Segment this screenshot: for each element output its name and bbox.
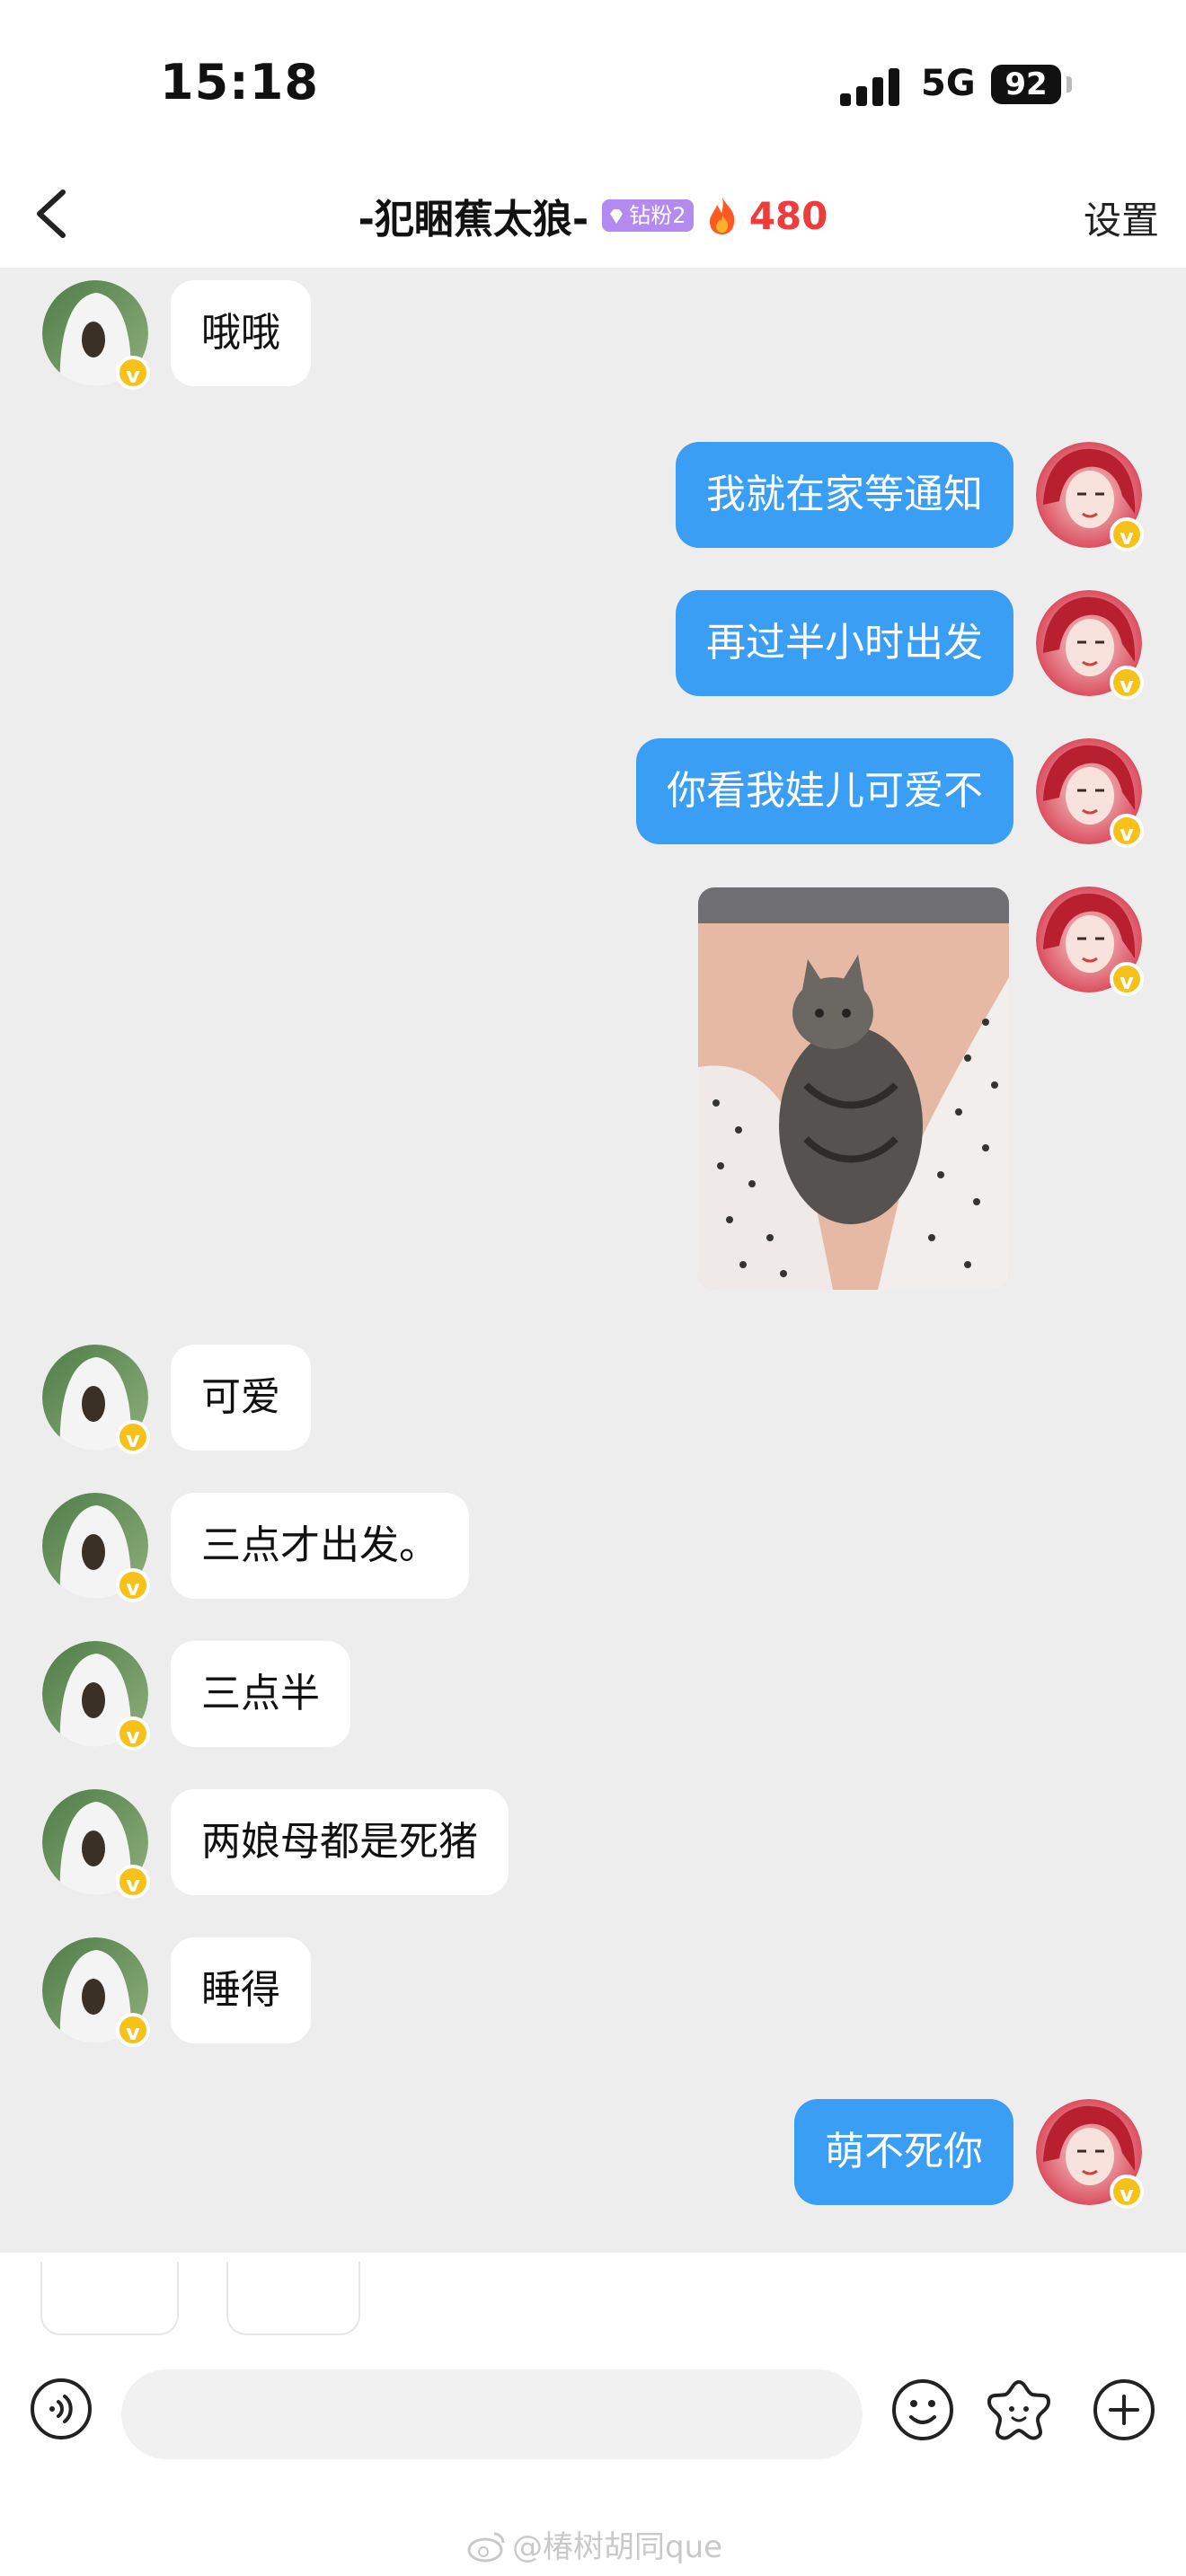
verified-badge: v [1110,814,1144,848]
fan-level-label: 钻粉2 [629,203,686,228]
contact-avatar[interactable]: v [42,280,150,390]
sticker-icon[interactable] [986,2377,1052,2443]
verified-badge: v [116,2013,150,2047]
verified-badge: v [116,356,150,390]
network-type: 5G [921,63,976,104]
quick-reply-chip[interactable] [40,2262,179,2335]
watermark-text: @椿树胡同que [512,2529,723,2565]
message-bubble-sent[interactable]: 我就在家等通知 [676,442,1013,548]
status-time: 15:18 [160,54,319,110]
contact-avatar[interactable]: v [42,1345,150,1454]
contact-avatar[interactable]: v [42,1641,150,1751]
message-bubble-sent[interactable]: 萌不死你 [794,2099,1013,2205]
message-bubble-received[interactable]: 哦哦 [171,280,311,386]
settings-button[interactable]: 设置 [1084,190,1159,245]
my-avatar[interactable]: v [1036,590,1144,700]
verified-badge: v [1110,517,1144,551]
message-bubble-sent[interactable]: 再过半小时出发 [676,590,1013,696]
chat-header: -犯睏蕉太狼- 钻粉2 480 设置 [0,162,1186,268]
my-avatar[interactable]: v [1036,887,1144,996]
flame-icon [709,198,734,234]
my-avatar[interactable]: v [1036,442,1144,551]
contact-avatar[interactable]: v [42,1937,150,2047]
verified-badge: v [1110,666,1144,700]
message-bubble-received[interactable]: 可爱 [171,1345,311,1451]
emoji-icon[interactable] [890,2377,956,2443]
chat-title[interactable]: -犯睏蕉太狼- [358,187,589,244]
streak-count: 480 [748,193,828,238]
header-title-group: -犯睏蕉太狼- 钻粉2 480 [0,187,1186,244]
plus-icon[interactable] [1091,2377,1157,2443]
verified-badge: v [1110,962,1144,996]
verified-badge: v [116,1568,150,1602]
weibo-logo-icon [467,2532,505,2563]
signal-icon [840,68,903,106]
battery-tip [1067,76,1072,93]
message-bubble-received[interactable]: 睡得 [171,1937,311,2043]
voice-input-icon[interactable] [29,2377,93,2441]
verified-badge: v [116,1716,150,1751]
my-avatar[interactable]: v [1036,2099,1144,2209]
diamond-icon [610,209,624,224]
quick-reply-chip[interactable] [226,2262,360,2335]
message-bubble-received[interactable]: 三点半 [171,1641,350,1747]
status-bar: 15:18 5G 92 [0,0,1186,162]
message-input[interactable] [121,2369,863,2459]
fan-level-badge: 钻粉2 [602,199,694,232]
message-bubble-received[interactable]: 三点才出发。 [171,1493,469,1599]
message-bubble-sent[interactable]: 你看我娃儿可爱不 [636,738,1013,844]
message-bubble-received[interactable]: 两娘母都是死猪 [171,1789,509,1895]
verified-badge: v [116,1420,150,1454]
contact-avatar[interactable]: v [42,1789,150,1899]
verified-badge: v [1110,2175,1144,2209]
weibo-watermark: @椿树胡同que [467,2522,722,2566]
battery-icon: 92 [991,65,1061,104]
verified-badge: v [116,1865,150,1899]
contact-avatar[interactable]: v [42,1493,150,1602]
my-avatar[interactable]: v [1036,738,1144,848]
cat-photo-message[interactable] [698,887,1009,1290]
